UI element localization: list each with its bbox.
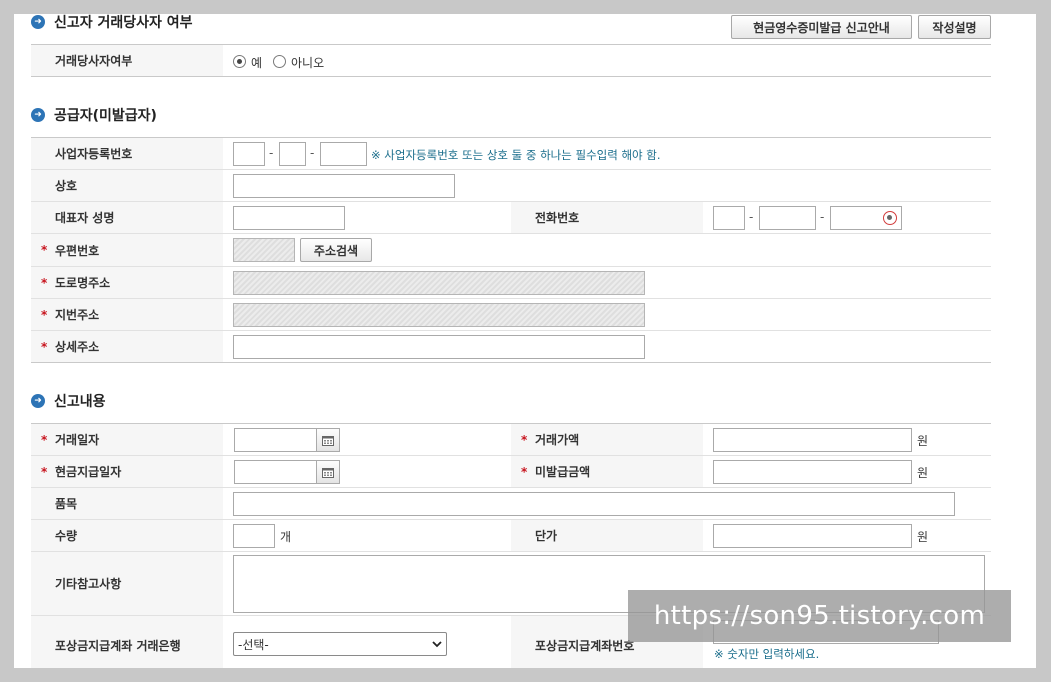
biz-no-input-2[interactable] [279,142,306,166]
trade-date-row: * 거래일자 * 거래가액 원 [31,424,991,456]
supplier-table: 사업자등록번호 - - ※ 사업자등록번호 또는 상호 둘 중 하나는 필수입력… [31,137,991,363]
phone-input-2[interactable] [759,206,816,230]
phone-input-3[interactable] [830,206,902,230]
blog-watermark: https://son95.tistory.com [628,590,1011,642]
count-unit: 개 [280,530,292,544]
trade-name-input[interactable] [233,174,455,198]
section-title-text: 신고자 거래당사자 여부 [54,15,193,31]
no-label: 아니오 [291,56,325,70]
dash: - [269,146,274,160]
arrow-bullet-icon: ➜ [31,15,45,29]
lot-addr-input [233,303,645,327]
transaction-row: 거래당사자여부 예 아니오 [31,45,991,77]
report-form-page: ➜ 신고자 거래당사자 여부 현금영수증미발급 신고안내 작성설명 거래당사자여… [14,14,1036,668]
transaction-label: 거래당사자여부 [31,45,223,76]
lot-addr-label: * 지번주소 [31,299,223,330]
required-mark: * [521,432,528,447]
rep-name-label: 대표자 성명 [31,202,223,233]
zip-label: * 우편번호 [31,234,223,266]
yes-label: 예 [251,56,263,70]
cash-date-input[interactable] [234,460,317,484]
transaction-table: 거래당사자여부 예 아니오 [31,44,991,77]
required-mark: * [41,243,48,257]
biz-no-input-3[interactable] [320,142,367,166]
remarks-label: 기타참고사항 [31,552,223,615]
yes-radio[interactable] [233,55,246,68]
phone-input-1[interactable] [713,206,745,230]
detail-addr-row: * 상세주소 [31,331,991,363]
required-mark: * [41,275,48,290]
biz-no-input-1[interactable] [233,142,265,166]
trade-amount-label: * 거래가액 [511,424,703,455]
item-label: 품목 [31,488,223,519]
won-unit: 원 [917,530,929,544]
phone-autofill-icon[interactable] [883,211,897,225]
item-input[interactable] [233,492,955,516]
required-mark: * [41,464,48,479]
unissued-amount-label: * 미발급금액 [511,456,703,487]
dash: - [749,210,754,224]
calendar-icon[interactable] [316,460,340,484]
section-title-text: 신고내용 [54,394,106,410]
required-mark: * [41,432,48,447]
arrow-bullet-icon: ➜ [31,108,45,122]
phone-label: 전화번호 [511,202,703,233]
cash-date-row: * 현금지급일자 * 미발급금액 원 [31,456,991,488]
road-addr-label: * 도로명주소 [31,267,223,298]
rep-phone-row: 대표자 성명 전화번호 - - [31,202,991,234]
quantity-row: 수량 개 단가 원 [31,520,991,552]
item-row: 품목 [31,488,991,520]
dash: - [820,210,825,224]
trade-name-label: 상호 [31,170,223,201]
biz-no-label: 사업자등록번호 [31,138,223,169]
section-supplier-title: ➜ 공급자(미발급자) [31,105,157,125]
chevron-down-icon [432,641,442,648]
section-transaction-title: ➜ 신고자 거래당사자 여부 [31,14,193,32]
lot-addr-row: * 지번주소 [31,299,991,331]
required-mark: * [41,307,48,322]
section-title-text: 공급자(미발급자) [54,108,157,124]
report-guide-button[interactable]: 현금영수증미발급 신고안내 [731,15,912,39]
bank-select-value: -선택- [238,637,269,652]
howto-button[interactable]: 작성설명 [918,15,991,39]
required-mark: * [41,339,48,354]
won-unit: 원 [917,466,929,480]
bank-label: 포상금지급계좌 거래은행 [31,616,223,668]
required-mark: * [521,464,528,479]
arrow-bullet-icon: ➜ [31,394,45,408]
trade-date-label: * 거래일자 [31,424,223,455]
road-addr-row: * 도로명주소 [31,267,991,299]
section-report-title: ➜ 신고내용 [31,391,106,411]
unit-price-input[interactable] [713,524,912,548]
bank-select[interactable]: -선택- [233,632,447,656]
quantity-label: 수량 [31,520,223,551]
road-addr-input [233,271,645,295]
detail-addr-label: * 상세주소 [31,331,223,362]
unissued-amount-input[interactable] [713,460,912,484]
detail-addr-input[interactable] [233,335,645,359]
cash-date-label: * 현금지급일자 [31,456,223,487]
won-unit: 원 [917,434,929,448]
quantity-input[interactable] [233,524,275,548]
rep-name-input[interactable] [233,206,345,230]
trade-amount-input[interactable] [713,428,912,452]
unit-price-label: 단가 [511,520,703,551]
account-note: ※ 숫자만 입력하세요. [714,647,820,661]
biz-no-row: 사업자등록번호 - - ※ 사업자등록번호 또는 상호 둘 중 하나는 필수입력… [31,138,991,170]
no-radio[interactable] [273,55,286,68]
zip-input [233,238,295,262]
address-search-button[interactable]: 주소검색 [300,238,372,262]
zip-row: * 우편번호 주소검색 [31,234,991,267]
dash: - [310,146,315,160]
calendar-icon[interactable] [316,428,340,452]
trade-date-input[interactable] [234,428,317,452]
biz-no-note: ※ 사업자등록번호 또는 상호 둘 중 하나는 필수입력 해야 함. [371,148,661,162]
trade-name-row: 상호 [31,170,991,202]
